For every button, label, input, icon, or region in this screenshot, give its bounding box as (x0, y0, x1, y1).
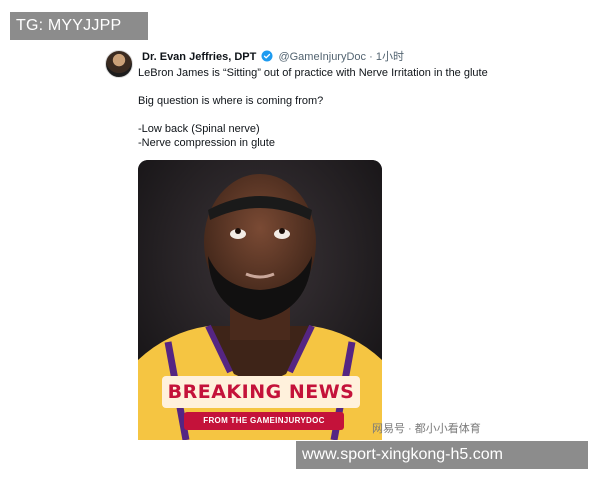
author-avatar[interactable] (105, 50, 133, 78)
verified-badge-icon (261, 50, 273, 66)
tweet-line-1: LeBron James is “Sitting” out of practic… (138, 67, 488, 79)
source-watermark: 网易号 · 都小小看体育 (372, 423, 481, 435)
telegram-id-banner: TG: MYYJJPP (10, 12, 148, 40)
tweet-timestamp[interactable]: 1小时 (376, 51, 404, 63)
tweet-line-3: -Low back (Spinal nerve) (138, 123, 260, 135)
tweet-line-2: Big question is where is coming from? (138, 95, 324, 107)
author-handle[interactable]: @GameInjuryDoc (278, 51, 366, 63)
author-name[interactable]: Dr. Evan Jeffries, DPT (142, 51, 256, 63)
header-separator: · (369, 51, 373, 63)
tweet-line-4: -Nerve compression in glute (138, 137, 275, 149)
tweet-media-image[interactable]: BREAKING NEWS FROM THE GAMEINJURYDOC (138, 160, 382, 440)
breaking-news-headline: BREAKING NEWS (162, 376, 360, 408)
tweet-card[interactable]: Dr. Evan Jeffries, DPT @GameInjuryDoc · … (94, 40, 506, 440)
tweet-header: Dr. Evan Jeffries, DPT @GameInjuryDoc · … (142, 50, 502, 66)
breaking-news-subheadline: FROM THE GAMEINJURYDOC (184, 412, 344, 430)
website-url-banner: www.sport-xingkong-h5.com (296, 441, 588, 469)
tweet-body: LeBron James is “Sitting” out of practic… (138, 66, 502, 150)
